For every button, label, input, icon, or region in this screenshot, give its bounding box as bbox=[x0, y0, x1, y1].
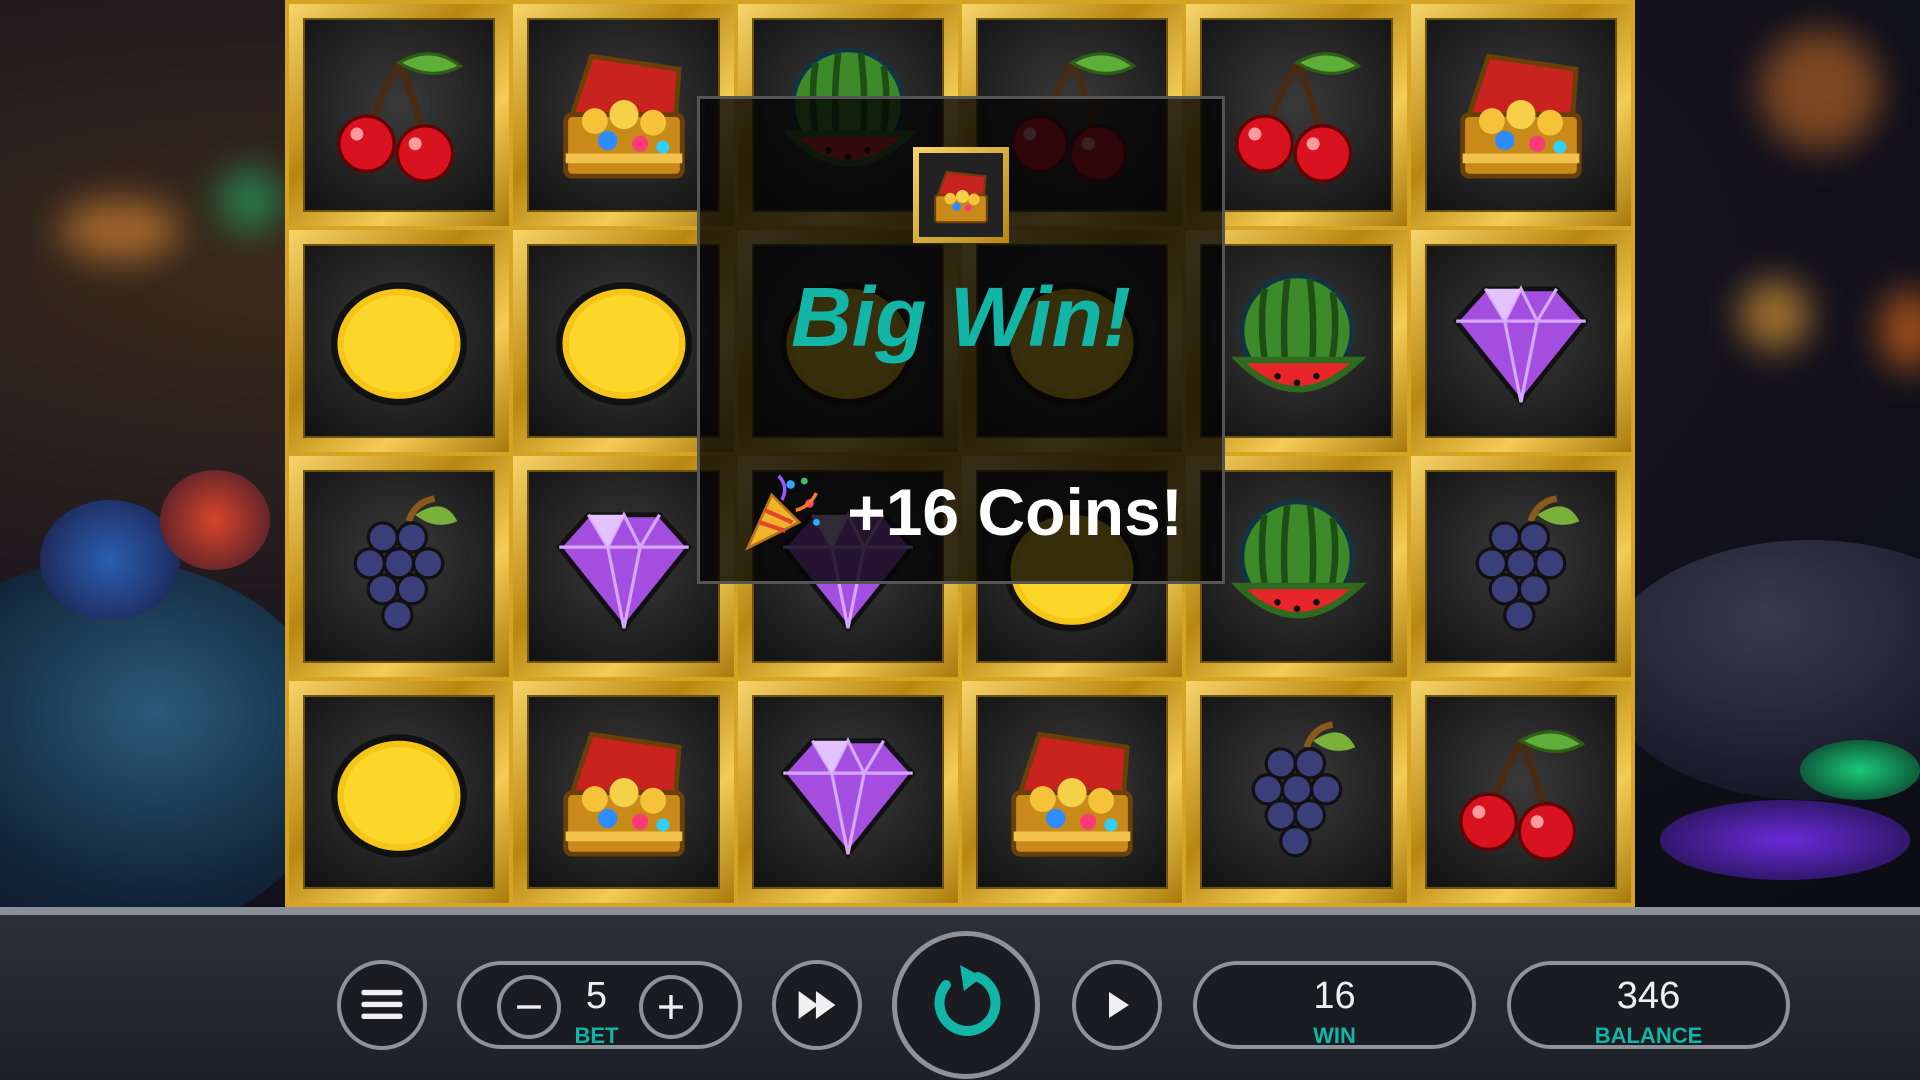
big-win-title: Big Win! bbox=[791, 270, 1131, 364]
treasure-chest-icon bbox=[527, 18, 720, 212]
reel-cell bbox=[289, 455, 510, 678]
reel-cell bbox=[1186, 681, 1407, 903]
diamond-icon bbox=[1424, 243, 1617, 438]
win-value: 16 bbox=[1313, 975, 1356, 1017]
balance-display: 346 BALANCE bbox=[1507, 961, 1790, 1049]
diamond-icon bbox=[527, 469, 720, 664]
popup-winning-symbol bbox=[913, 147, 1009, 243]
party-popper-icon bbox=[745, 474, 821, 551]
lemon-icon bbox=[303, 695, 496, 889]
reel-cell bbox=[513, 681, 734, 903]
big-win-popup: Big Win! +16 Coins! bbox=[697, 96, 1225, 584]
menu-button[interactable] bbox=[337, 960, 427, 1050]
treasure-chest-icon bbox=[1424, 18, 1617, 212]
lemon-icon bbox=[303, 243, 496, 438]
grapes-icon bbox=[1200, 695, 1393, 889]
fast-forward-icon bbox=[798, 990, 836, 1020]
reel-cell bbox=[1410, 229, 1631, 452]
reel-cell bbox=[289, 4, 510, 226]
reel-cell bbox=[737, 681, 958, 903]
cherry-icon bbox=[1200, 18, 1393, 212]
spin-refresh-icon bbox=[934, 965, 1001, 1036]
autoplay-button[interactable] bbox=[1072, 960, 1162, 1050]
cherry-icon bbox=[303, 18, 496, 212]
reel-cell bbox=[289, 681, 510, 903]
grapes-icon bbox=[1424, 469, 1617, 664]
lemon-icon bbox=[527, 243, 720, 438]
win-display: 16 WIN bbox=[1193, 961, 1476, 1049]
control-bar: 5 BET 16 WIN 346 BALANCE bbox=[0, 907, 1920, 1080]
increase-bet-button[interactable] bbox=[639, 975, 703, 1039]
watermelon-icon bbox=[1200, 243, 1393, 438]
cherry-icon bbox=[1424, 695, 1617, 889]
treasure-chest-icon bbox=[527, 695, 720, 889]
spin-button[interactable] bbox=[892, 931, 1040, 1079]
prize-amount: +16 Coins! bbox=[847, 475, 1183, 549]
reel-cell bbox=[1410, 4, 1631, 226]
plus-icon bbox=[659, 995, 683, 1019]
balance-value: 346 bbox=[1616, 975, 1681, 1017]
reel-cell bbox=[1410, 681, 1631, 903]
reel-cell bbox=[1410, 455, 1631, 678]
win-label: WIN bbox=[1313, 1023, 1356, 1048]
watermelon-icon bbox=[1200, 469, 1393, 664]
grapes-icon bbox=[303, 469, 496, 664]
fast-forward-button[interactable] bbox=[772, 960, 862, 1050]
reel-cell bbox=[961, 681, 1183, 903]
diamond-icon bbox=[751, 695, 944, 889]
treasure-chest-icon bbox=[975, 695, 1169, 889]
reel-cell bbox=[289, 229, 510, 452]
bet-control: 5 BET bbox=[457, 961, 742, 1049]
balance-label: BALANCE bbox=[1594, 1023, 1703, 1048]
play-icon bbox=[1109, 992, 1129, 1018]
hamburger-menu-icon bbox=[361, 989, 403, 1020]
prize-row: +16 Coins! bbox=[700, 469, 1222, 555]
treasure-chest-icon bbox=[934, 170, 988, 224]
